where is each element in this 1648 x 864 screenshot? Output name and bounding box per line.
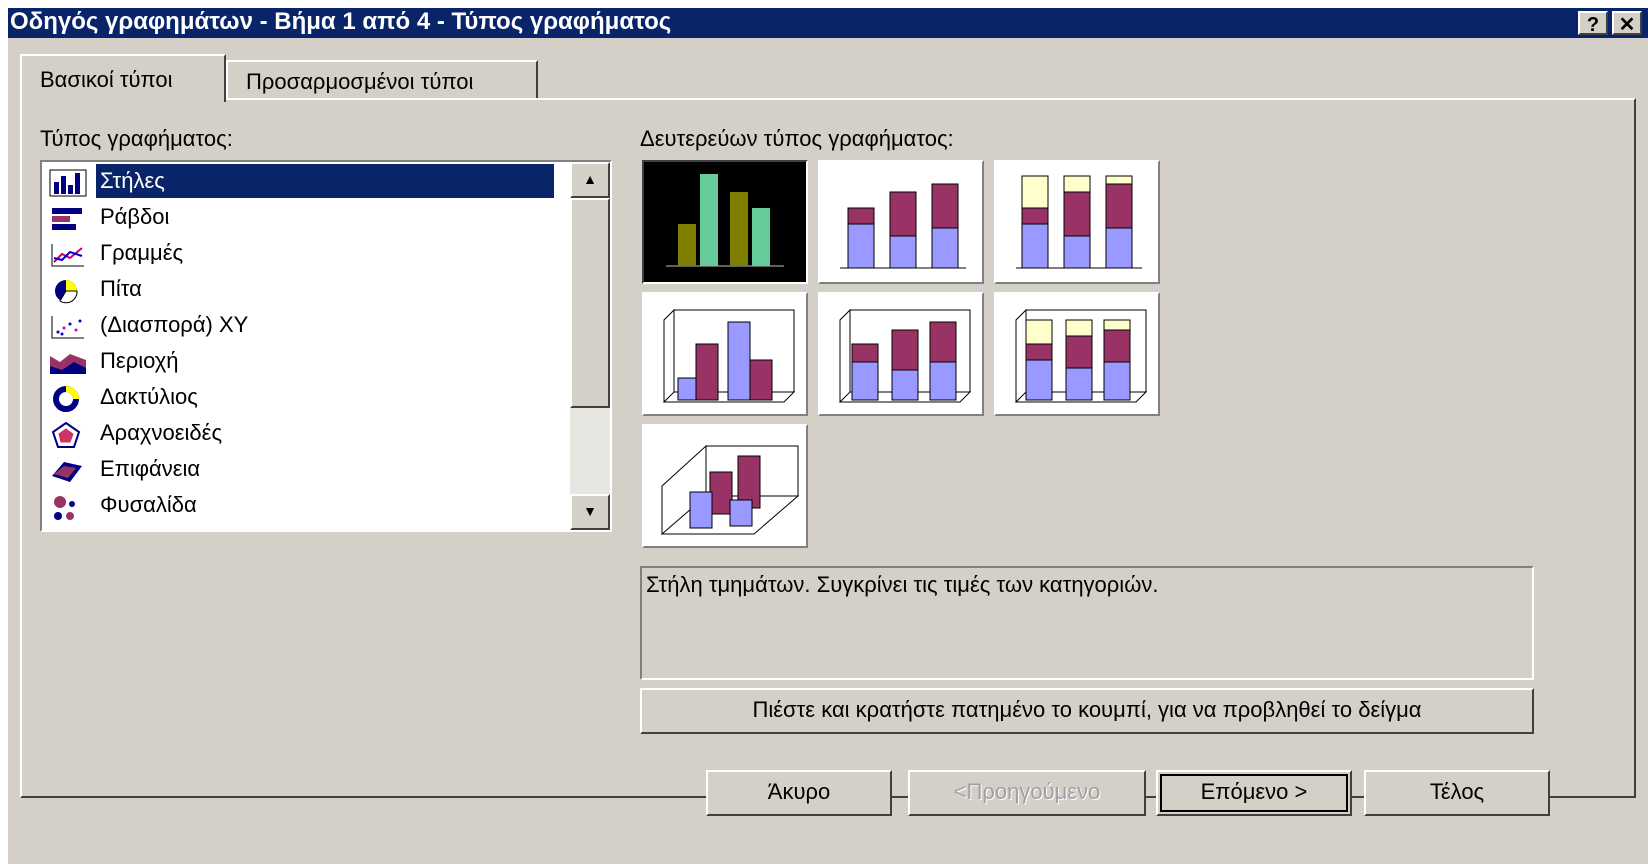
list-item-label: (Διασπορά) XY [100, 312, 249, 337]
bubble-chart-icon [54, 496, 75, 520]
subtype-description-text: Στήλη τμημάτων. Συγκρίνει τις τιμές των … [646, 572, 1159, 597]
3d-column-icon [660, 444, 800, 535]
surface-chart-icon [52, 462, 82, 482]
list-item-radar[interactable]: Αραχνοειδές [46, 416, 556, 452]
list-item-area[interactable]: Περιοχή [46, 344, 556, 380]
subtype-clustered-column[interactable] [642, 160, 808, 284]
finish-button[interactable]: Τέλος [1364, 770, 1550, 816]
back-button[interactable]: <Προηγούμενο [908, 770, 1146, 816]
subtype-3d-100-stacked-column[interactable] [994, 292, 1160, 416]
subtype-stacked-column[interactable] [818, 160, 984, 284]
3d-stacked-column-icon [838, 308, 972, 403]
subtype-3d-column[interactable] [642, 424, 808, 548]
3d-clustered-column-icon [662, 308, 796, 403]
radar-chart-icon [51, 421, 81, 448]
doughnut-chart-icon [53, 386, 79, 412]
area-chart-icon [50, 354, 86, 374]
scroll-up-button[interactable]: ▲ [570, 162, 610, 198]
list-item-bars[interactable]: Ράβδοι [46, 200, 556, 236]
list-item-label: Ράβδοι [100, 204, 170, 229]
list-item-label: Στήλες [96, 164, 554, 198]
tab-standard-types[interactable]: Βασικοί τύποι [20, 54, 226, 102]
column-chart-icon [49, 169, 87, 197]
subtype-3d-stacked-column[interactable] [818, 292, 984, 416]
list-scrollbar[interactable]: ▲ ▼ [570, 162, 610, 530]
subtype-description: Στήλη τμημάτων. Συγκρίνει τις τιμές των … [640, 566, 1534, 680]
list-item-label: Γραμμές [100, 240, 184, 265]
list-item-label: Φυσαλίδα [100, 492, 197, 517]
subtype-3d-clustered-column[interactable] [642, 292, 808, 416]
cancel-button[interactable]: Άκυρο [706, 770, 892, 816]
subtype-label: Δευτερεύων τύπος γραφήματος: [640, 126, 954, 151]
clustered-column-icon [666, 174, 784, 267]
next-button[interactable]: Επόμενο > [1156, 770, 1352, 816]
3d-percent-stacked-column-icon [1014, 308, 1148, 403]
list-item-pie[interactable]: Πίτα [46, 272, 556, 308]
window-title: Οδηγός γραφημάτων - Βήμα 1 από 4 - Τύπος… [10, 8, 672, 35]
pie-chart-icon [55, 280, 78, 304]
list-item-doughnut[interactable]: Δακτύλιος [46, 380, 556, 416]
percent-stacked-column-icon [1016, 175, 1142, 269]
list-item-surface[interactable]: Επιφάνεια [46, 452, 556, 488]
list-item-bubble[interactable]: Φυσαλίδα [46, 488, 556, 524]
list-item-label: Επιφάνεια [100, 456, 201, 481]
list-item-label: Αραχνοειδές [100, 420, 223, 445]
scroll-thumb[interactable] [570, 198, 610, 408]
list-item-label: Περιοχή [100, 348, 179, 373]
tab-custom-types[interactable]: Προσαρμοσμένοι τύποι [226, 60, 538, 100]
chart-type-label: Τύπος γραφήματος: [40, 126, 233, 151]
help-button[interactable]: ? [1578, 11, 1608, 36]
list-item-columns[interactable]: Στήλες [46, 164, 556, 200]
tab-standard-types-label: Βασικοί τύποι [40, 67, 173, 92]
chart-wizard-dialog: Οδηγός γραφημάτων - Βήμα 1 από 4 - Τύπος… [8, 8, 1648, 864]
title-bar[interactable]: Οδηγός γραφημάτων - Βήμα 1 από 4 - Τύπος… [8, 8, 1648, 38]
list-item-scatter[interactable]: (Διασπορά) XY [46, 308, 556, 344]
line-chart-icon [51, 244, 84, 267]
close-button[interactable]: ✕ [1612, 11, 1642, 36]
subtype-100-stacked-column[interactable] [994, 160, 1160, 284]
bar-chart-icon [52, 208, 82, 230]
stacked-column-icon [840, 183, 966, 269]
press-hold-preview-button[interactable]: Πιέστε και κρατήστε πατημένο το κουμπί, … [640, 688, 1534, 734]
tab-custom-types-label: Προσαρμοσμένοι τύποι [246, 69, 474, 94]
scroll-down-button[interactable]: ▼ [570, 494, 610, 530]
chart-type-list[interactable]: Στήλες Ράβδοι Γραμμές Πίτα (Διασπορά) XY… [40, 160, 612, 532]
scatter-chart-icon [51, 316, 84, 339]
list-item-label: Πίτα [100, 276, 142, 301]
list-item-label: Δακτύλιος [100, 384, 198, 409]
list-item-lines[interactable]: Γραμμές [46, 236, 556, 272]
